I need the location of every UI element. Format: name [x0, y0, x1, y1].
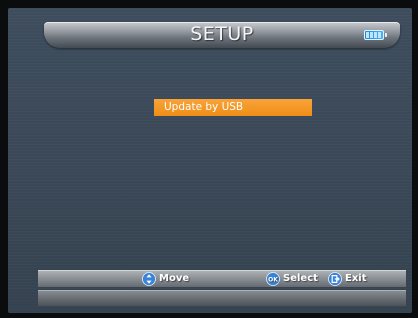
tv-screen: SETUP Update by USB Move OK Select Exit: [8, 8, 412, 313]
move-hint-label: Move: [159, 273, 190, 284]
ok-icon: OK: [266, 271, 280, 286]
page-title: SETUP: [190, 23, 254, 45]
footer-info-bar: [38, 290, 406, 306]
footer-hint-bar: Move OK Select Exit: [38, 270, 406, 287]
battery-icon: [364, 30, 387, 40]
menu-item-label: Update by USB: [164, 101, 244, 113]
svg-text:OK: OK: [268, 276, 278, 283]
updown-arrow-icon: [142, 271, 156, 286]
exit-icon: [328, 271, 342, 286]
title-bar: SETUP: [44, 22, 400, 48]
exit-hint-label: Exit: [345, 273, 367, 284]
select-hint: OK Select: [266, 271, 318, 286]
exit-hint: Exit: [328, 271, 367, 286]
menu-item-update-by-usb[interactable]: Update by USB: [154, 99, 312, 116]
move-hint: Move: [142, 271, 189, 286]
select-hint-label: Select: [283, 273, 318, 284]
